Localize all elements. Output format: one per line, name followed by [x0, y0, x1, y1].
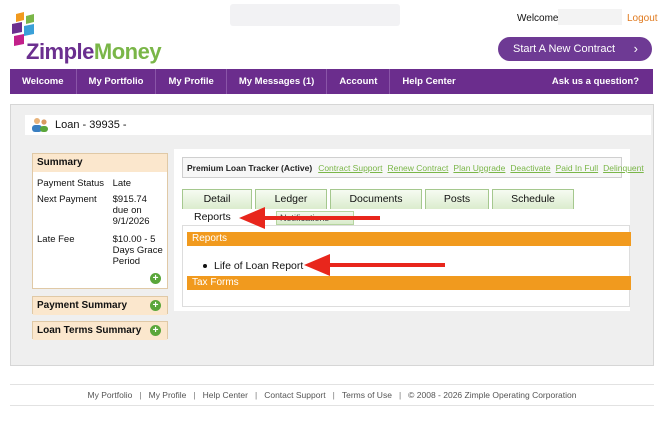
expand-summary-icon[interactable]: +	[150, 273, 161, 284]
deactivate-link[interactable]: Deactivate	[510, 163, 550, 173]
footer-separator: |	[254, 390, 258, 400]
loan-terms-summary-box[interactable]: Loan Terms Summary +	[32, 321, 168, 340]
delinquent-link[interactable]: Delinquent	[603, 163, 644, 173]
tracker-title: Premium Loan Tracker (Active)	[187, 162, 313, 173]
paid-in-full-link[interactable]: Paid In Full	[556, 163, 599, 173]
nav-my-portfolio[interactable]: My Portfolio	[77, 69, 157, 94]
loan-panel: Loan - 39935 - Summary Payment Status La…	[10, 104, 654, 366]
tab-schedule[interactable]: Schedule	[492, 189, 574, 209]
summary-row: Payment Status Late	[37, 178, 132, 189]
premium-loan-tracker: Premium Loan Tracker (Active) Contract S…	[182, 157, 644, 178]
footer-separator: |	[193, 390, 196, 400]
nav-help-center[interactable]: Help Center	[390, 69, 467, 94]
bullet-icon	[203, 264, 207, 268]
start-new-contract-label: Start A New Contract	[513, 43, 616, 55]
brand-name: ZimpleMoney	[26, 39, 162, 64]
user-icon	[32, 118, 48, 132]
footer-contact-support-link[interactable]: Contact Support	[264, 390, 325, 400]
zimplemoney-logo[interactable]: ZimpleMoney	[10, 12, 162, 64]
nav-my-messages[interactable]: My Messages (1)	[227, 69, 328, 94]
main-nav: Welcome My Portfolio My Profile My Messa…	[10, 69, 653, 94]
tax-forms-section-header[interactable]: Tax Forms	[187, 276, 631, 290]
expand-loan-terms-icon[interactable]: +	[150, 325, 161, 336]
redacted-area	[230, 4, 400, 26]
payment-summary-box[interactable]: Payment Summary +	[32, 296, 168, 315]
redacted-username	[558, 9, 622, 25]
life-of-loan-report-link[interactable]: Life of Loan Report	[214, 260, 303, 272]
footer-my-profile-link[interactable]: My Profile	[149, 390, 187, 400]
payment-summary-heading: Payment Summary +	[33, 297, 167, 315]
footer-separator: |	[332, 390, 335, 400]
tab-posts[interactable]: Posts	[425, 189, 489, 209]
renew-contract-link[interactable]: Renew Contract	[387, 163, 448, 173]
nav-account[interactable]: Account	[327, 69, 391, 94]
loan-terms-summary-heading: Loan Terms Summary +	[33, 322, 167, 340]
logout-link[interactable]: Logout	[627, 13, 658, 24]
footer-separator: |	[398, 390, 402, 400]
footer-copyright: © 2008 - 2026 Zimple Operating Corporati…	[408, 390, 577, 400]
ask-question-link[interactable]: Ask us a question?	[552, 69, 639, 94]
summary-row: Late Fee $10.00 - 5 Days Grace Period	[37, 234, 163, 267]
subtab-reports[interactable]: Reports	[194, 211, 231, 223]
start-new-contract-button[interactable]: Start A New Contract ›	[498, 37, 652, 61]
nav-my-profile[interactable]: My Profile	[156, 69, 227, 94]
list-item[interactable]: Life of Loan Report	[203, 260, 303, 272]
annotation-arrow-icon	[239, 207, 380, 229]
footer-terms-of-use-link[interactable]: Terms of Use	[342, 390, 392, 400]
summary-row: Next Payment $915.74 due on 9/1/2026	[37, 194, 150, 227]
footer-separator: |	[139, 390, 142, 400]
loan-title: Loan - 39935 -	[55, 119, 127, 131]
summary-box: Summary Payment Status Late Next Payment…	[32, 153, 168, 289]
expand-payment-summary-icon[interactable]: +	[150, 300, 161, 311]
footer: My Portfolio | My Profile | Help Center …	[10, 384, 654, 406]
welcome-text: Welcome,	[517, 13, 562, 24]
summary-heading: Summary	[33, 154, 167, 172]
contract-support-link[interactable]: Contract Support	[318, 163, 382, 173]
annotation-arrow-icon	[304, 254, 445, 276]
chevron-right-icon: ›	[633, 41, 638, 56]
plan-upgrade-link[interactable]: Plan Upgrade	[453, 163, 505, 173]
footer-help-center-link[interactable]: Help Center	[203, 390, 248, 400]
reports-section-header: Reports	[187, 232, 631, 246]
nav-welcome[interactable]: Welcome	[10, 69, 77, 94]
loan-title-bar: Loan - 39935 -	[25, 115, 651, 135]
footer-my-portfolio-link[interactable]: My Portfolio	[88, 390, 133, 400]
